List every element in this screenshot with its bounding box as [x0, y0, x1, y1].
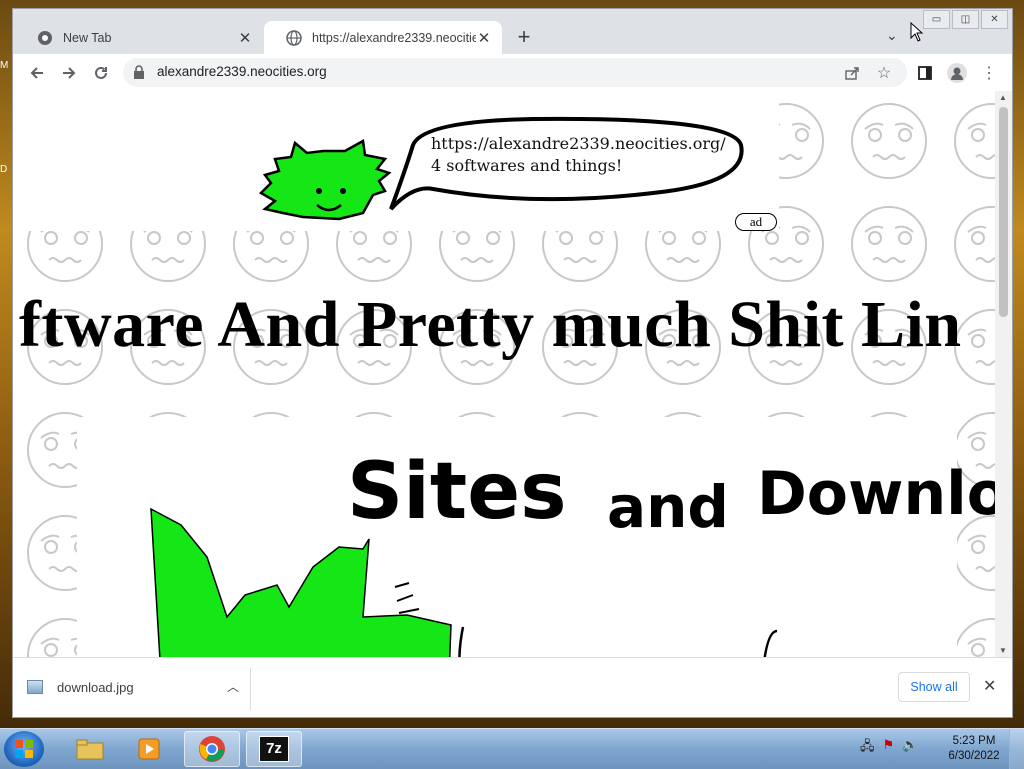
share-icon[interactable] — [843, 64, 861, 82]
start-button[interactable] — [4, 731, 44, 767]
new-tab-button[interactable]: + — [512, 26, 536, 50]
close-tab-icon[interactable]: ✕ — [476, 29, 492, 47]
drawing-text: and — [607, 473, 729, 541]
speech-bubble-text: https://alexandre2339.neocities.org/ 4 s… — [431, 133, 726, 177]
maximize-button[interactable]: ◫ — [952, 10, 979, 29]
chevron-down-icon[interactable]: ⌄ — [886, 27, 898, 44]
tab-title: https://alexandre2339.neocities.o — [312, 30, 476, 45]
browser-window: New Tab ✕ https://alexandre2339.neocitie… — [12, 8, 1013, 718]
profile-avatar-icon[interactable] — [945, 61, 969, 85]
bubble-line: https://alexandre2339.neocities.org/ — [431, 134, 726, 153]
reload-button[interactable] — [89, 61, 113, 85]
ad-badge[interactable]: ad — [735, 213, 777, 231]
vertical-scrollbar[interactable]: ▲ ▼ — [995, 91, 1012, 657]
taskbar-chrome[interactable] — [184, 731, 240, 767]
volume-icon[interactable]: 🔈 — [902, 737, 918, 759]
7zip-icon: 7z — [259, 736, 289, 762]
media-player-icon — [138, 738, 160, 760]
marquee-heading: ftware And Pretty much Shit Lin — [19, 288, 962, 361]
site-banner: https://alexandre2339.neocities.org/ 4 s… — [13, 91, 779, 231]
chevron-up-icon[interactable]: ︿ — [227, 678, 239, 695]
show-desktop-button[interactable] — [1009, 729, 1024, 769]
download-item[interactable]: download.jpg ︿ — [27, 672, 249, 702]
tab-title: New Tab — [63, 30, 112, 45]
folder-icon — [76, 739, 104, 760]
close-icon[interactable]: ✕ — [983, 676, 996, 696]
desktop-icon-label: D — [0, 164, 8, 175]
bookmark-star-icon[interactable]: ☆ — [875, 64, 893, 82]
page-viewport: https://alexandre2339.neocities.org/ 4 s… — [13, 91, 996, 657]
action-center-flag-icon[interactable]: ⚑ — [883, 737, 895, 759]
lock-icon[interactable] — [133, 65, 145, 84]
browser-toolbar: alexandre2339.neocities.org ☆ ⋮ — [13, 54, 1012, 92]
system-tray: 🖧 ⚑ 🔈 — [860, 737, 918, 759]
chrome-icon — [199, 736, 225, 762]
taskbar-media-player[interactable] — [122, 731, 178, 767]
chrome-icon — [37, 30, 53, 46]
drawing-text: Sites — [347, 447, 567, 537]
url-text: alexandre2339.neocities.org — [157, 64, 327, 79]
tab-neocities[interactable]: https://alexandre2339.neocities.o ✕ — [264, 21, 502, 54]
taskbar-explorer[interactable] — [62, 731, 118, 767]
close-tab-icon[interactable]: ✕ — [237, 29, 253, 47]
show-all-button[interactable]: Show all — [898, 672, 970, 702]
minimize-button[interactable]: ▭ — [923, 10, 950, 29]
scroll-thumb[interactable] — [999, 107, 1008, 317]
scroll-down-icon[interactable]: ▼ — [999, 646, 1007, 655]
tab-new-tab[interactable]: New Tab ✕ — [15, 21, 263, 54]
side-panel-icon[interactable] — [913, 61, 937, 85]
windows-logo-icon — [15, 740, 33, 758]
back-button[interactable] — [25, 61, 49, 85]
window-controls: ▭ ◫ ✕ — [923, 10, 1008, 29]
taskbar: 7z 🖧 ⚑ 🔈 5:23 PM 6/30/2022 — [0, 728, 1024, 769]
clock-date: 6/30/2022 — [948, 750, 1000, 762]
address-bar[interactable]: alexandre2339.neocities.org ☆ — [123, 58, 907, 87]
bubble-line: 4 softwares and things! — [431, 156, 623, 175]
image-file-icon — [27, 680, 43, 694]
mouse-cursor-icon — [910, 22, 924, 42]
close-window-button[interactable]: ✕ — [981, 10, 1008, 29]
download-bar: download.jpg ︿ Show all ✕ — [13, 657, 1012, 717]
kebab-menu-icon[interactable]: ⋮ — [977, 61, 1001, 85]
globe-icon — [286, 29, 302, 46]
taskbar-7zip[interactable]: 7z — [246, 731, 302, 767]
system-clock[interactable]: 5:23 PM 6/30/2022 — [944, 734, 1004, 764]
hand-drawn-image: Sites and Downloadz — [77, 417, 996, 657]
tab-strip: New Tab ✕ https://alexandre2339.neocitie… — [13, 9, 1012, 54]
divider — [250, 668, 251, 710]
forward-button[interactable] — [57, 61, 81, 85]
drawing-text: Downloadz — [757, 459, 996, 529]
desktop-icon-label: M — [0, 60, 9, 71]
download-filename: download.jpg — [57, 679, 134, 695]
network-icon[interactable]: 🖧 — [860, 737, 875, 759]
clock-time: 5:23 PM — [952, 735, 996, 747]
scroll-up-icon[interactable]: ▲ — [999, 93, 1007, 102]
